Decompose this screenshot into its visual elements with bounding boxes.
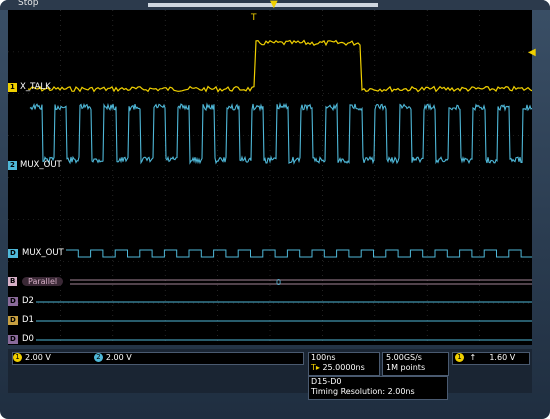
digital-d2-label: D2 — [22, 296, 34, 306]
ch1-level-arrow-icon: ◀ — [528, 47, 536, 58]
graticule: T — [8, 10, 532, 345]
ch1-marker[interactable]: 1 — [8, 83, 17, 92]
record-length: 1M points — [386, 363, 426, 372]
ch2-waveform — [29, 102, 532, 165]
digital-d0-label: D0 — [22, 334, 34, 344]
d-mux-marker: D — [8, 249, 18, 258]
oscilloscope-bezel: Stop ▼ T 1 X_TALK 2 MUX_OUT D MUX_OUT B … — [0, 0, 550, 419]
horizontal-readout[interactable]: 100ns T▸ 25.0000ns — [308, 352, 380, 376]
time-per-div: 100ns — [311, 353, 336, 362]
d0-marker: D — [8, 335, 18, 344]
ch2-label: MUX_OUT — [20, 160, 62, 170]
digital-d1-label: D1 — [22, 315, 34, 325]
ch2-scale-icon: 2 — [93, 353, 103, 362]
ch1-scale: 2.00 V — [25, 353, 51, 362]
timing-resolution: Timing Resolution: 2.00ns — [311, 387, 415, 396]
trigger-readout[interactable]: 1 ↑ 1.60 V — [452, 352, 530, 365]
d1-marker: D — [8, 316, 18, 325]
acquisition-readout[interactable]: 5.00GS/s 1M points — [382, 352, 449, 376]
trigger-source-icon: 1 — [455, 353, 464, 362]
bus-marker[interactable]: B — [8, 277, 18, 286]
sample-rate: 5.00GS/s — [386, 353, 422, 362]
ch2-scale: 2.00 V — [105, 353, 132, 362]
d2-marker: D — [8, 297, 18, 306]
vertical-scale-readout[interactable]: 1 2.00 V 2 2.00 V — [12, 352, 304, 365]
bus-value: 0 — [276, 278, 282, 287]
trigger-position-marker: ▼ — [270, 0, 278, 10]
digital-mux-label: MUX_OUT — [22, 248, 64, 258]
ch1-scale-icon: 1 — [13, 353, 22, 362]
trigger-delay-icon: T▸ — [311, 363, 320, 372]
ch2-marker[interactable]: 2 — [8, 161, 17, 170]
bus-label: Parallel — [22, 277, 64, 286]
waveform-display[interactable]: T 1 X_TALK 2 MUX_OUT D MUX_OUT B Paralle… — [8, 10, 532, 345]
trigger-level: 1.60 V — [489, 353, 516, 362]
ch1-waveform — [27, 39, 532, 93]
digital-mux-waveform — [66, 249, 532, 258]
trigger-delay: 25.0000ns — [322, 363, 365, 372]
record-view-bar — [148, 3, 378, 7]
trigger-time-marker-icon: T — [250, 13, 257, 23]
top-status-bar: Stop ▼ — [0, 0, 550, 10]
ch1-label: X_TALK — [20, 82, 51, 92]
bus-channels: D15-D0 — [311, 377, 342, 386]
bus-readout[interactable]: D15-D0 Timing Resolution: 2.00ns — [308, 376, 448, 400]
readout-bar: 1 2.00 V 2 2.00 V 100ns T▸ 25.0000ns 5.00G… — [8, 349, 532, 400]
run-state-label: Stop — [18, 0, 39, 8]
trigger-slope: ↑ — [469, 353, 477, 362]
